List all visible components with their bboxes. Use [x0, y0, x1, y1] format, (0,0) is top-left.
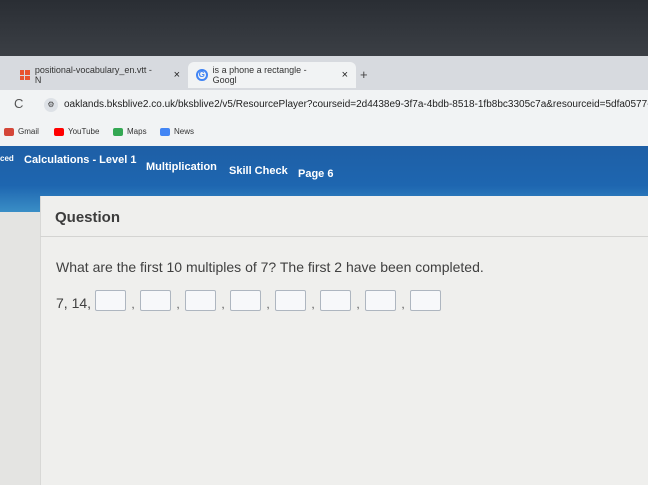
separator: ,	[401, 297, 405, 311]
tab-title: positional-vocabulary_en.vtt - N	[34, 65, 152, 85]
separator: ,	[176, 297, 180, 311]
separator: ,	[311, 297, 315, 311]
screen-bezel	[0, 0, 648, 56]
close-icon[interactable]: ×	[174, 69, 180, 81]
question-text: What are the first 10 multiples of 7? Th…	[56, 259, 484, 275]
tab-google-search[interactable]: G is a phone a rectangle - Googl ×	[188, 62, 356, 88]
answer-input-4[interactable]	[230, 290, 262, 311]
divider	[40, 236, 648, 237]
tab-vocabulary[interactable]: positional-vocabulary_en.vtt - N ×	[12, 62, 188, 88]
answer-input-7[interactable]	[365, 290, 397, 311]
url-field[interactable]: oaklands.bksblive2.co.uk/bksblive2/v5/Re…	[64, 99, 648, 110]
bookmark-label: Gmail	[18, 127, 39, 136]
youtube-icon	[54, 127, 64, 136]
nav-item-skill-check[interactable]: Skill Check	[229, 165, 288, 177]
question-card	[40, 196, 648, 485]
maps-icon	[113, 127, 123, 136]
bookmark-label: News	[174, 127, 195, 136]
given-multiples: 7, 14,	[56, 295, 92, 311]
tab-strip: positional-vocabulary_en.vtt - N × G is …	[0, 56, 648, 90]
nav-cut-label: ced	[0, 154, 14, 163]
bookmark-label: YouTube	[68, 127, 100, 136]
answer-input-1[interactable]	[95, 290, 127, 311]
bookmark-youtube[interactable]: YouTube	[54, 127, 99, 136]
close-icon[interactable]: ×	[342, 69, 348, 81]
address-bar-row: C ⚙ oaklands.bksblive2.co.uk/bksblive2/v…	[0, 90, 648, 122]
separator: ,	[266, 297, 270, 311]
site-settings-icon[interactable]: ⚙	[44, 98, 58, 112]
answer-input-5[interactable]	[275, 290, 307, 311]
app-grid-icon	[20, 70, 30, 80]
question-heading: Question	[55, 209, 121, 226]
google-icon: G	[196, 69, 208, 81]
bookmark-news[interactable]: News	[160, 127, 194, 136]
bookmark-gmail[interactable]: Gmail	[4, 127, 39, 136]
nav-item-level[interactable]: Calculations - Level 1	[24, 154, 136, 166]
answer-input-6[interactable]	[320, 290, 352, 311]
answer-row: 7, 14, , , , , , , ,	[56, 290, 442, 311]
nav-item-page: Page 6	[298, 168, 334, 180]
gmail-icon	[4, 127, 14, 136]
separator: ,	[356, 297, 360, 311]
nav-item-multiplication[interactable]: Multiplication	[146, 161, 217, 173]
separator: ,	[131, 297, 135, 311]
new-tab-button[interactable]: +	[360, 67, 368, 82]
separator: ,	[221, 297, 225, 311]
answer-input-2[interactable]	[140, 290, 172, 311]
reload-icon[interactable]: C	[14, 96, 23, 111]
news-icon	[160, 127, 170, 136]
bookmark-label: Maps	[127, 127, 147, 136]
tab-title: is a phone a rectangle - Googl	[212, 65, 307, 85]
bookmarks-bar: Gmail YouTube Maps News	[0, 122, 648, 147]
bookmark-maps[interactable]: Maps	[113, 127, 147, 136]
answer-input-3[interactable]	[185, 290, 217, 311]
answer-input-8[interactable]	[410, 290, 442, 311]
